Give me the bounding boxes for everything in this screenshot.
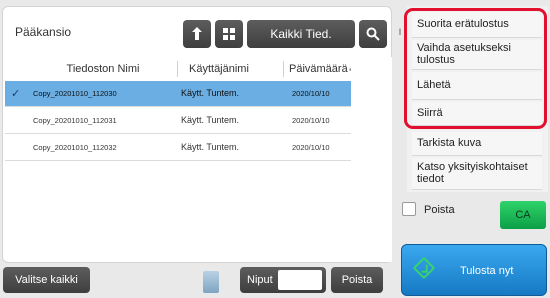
start-icon bbox=[412, 256, 436, 280]
file-list-panel: Pääkansio Kaikki Tied. Tiedoston Nimi Kä… bbox=[2, 6, 392, 263]
folder-up-button[interactable] bbox=[183, 20, 211, 48]
file-date: 2020/10/10 bbox=[292, 89, 330, 98]
file-user: Käytt. Tuntem. bbox=[181, 115, 240, 125]
niput-label: Niput bbox=[247, 274, 273, 286]
file-name: Copy_20201010_112030 bbox=[33, 89, 117, 98]
column-header-date-label: Päivämäärä bbox=[289, 63, 348, 75]
file-date: 2020/10/10 bbox=[292, 143, 330, 152]
file-row[interactable]: ✓ Copy_20201010_112030 Käytt. Tuntem. 20… bbox=[5, 81, 351, 107]
column-header-user[interactable]: Käyttäjänimi bbox=[179, 57, 279, 81]
column-divider bbox=[283, 61, 284, 77]
column-headers: Tiedoston Nimi Käyttäjänimi Päivämäärä bbox=[3, 57, 393, 81]
print-now-label: Tulosta nyt bbox=[460, 265, 514, 277]
delete-button[interactable]: Poista bbox=[331, 267, 383, 293]
column-header-name[interactable]: Tiedoston Nimi bbox=[33, 57, 173, 81]
file-user: Käytt. Tuntem. bbox=[181, 88, 240, 98]
trash-icon bbox=[203, 271, 219, 293]
delete-checkbox-label: Poista bbox=[424, 204, 455, 216]
file-row[interactable]: Copy_20201010_112032 Käytt. Tuntem. 2020… bbox=[5, 135, 351, 161]
sort-descending-icon bbox=[348, 67, 351, 71]
file-name: Copy_20201010_112031 bbox=[33, 116, 117, 125]
folder-title: Pääkansio bbox=[15, 25, 72, 39]
search-button[interactable] bbox=[359, 20, 387, 48]
menu-item-details[interactable]: Katso yksityiskohtaiset tiedot bbox=[412, 158, 542, 190]
delete-checkbox[interactable] bbox=[402, 202, 416, 216]
grid-view-icon bbox=[223, 28, 235, 40]
column-divider bbox=[177, 61, 178, 77]
print-now-button[interactable]: Tulosta nyt bbox=[401, 244, 547, 296]
menu-item-check-image[interactable]: Tarkista kuva bbox=[412, 132, 542, 156]
checkmark-icon: ✓ bbox=[11, 88, 21, 100]
grid-view-button[interactable] bbox=[215, 20, 243, 48]
panel-collapse-tab[interactable]: I bbox=[394, 14, 406, 50]
search-icon bbox=[366, 27, 380, 41]
file-user: Käytt. Tuntem. bbox=[181, 142, 240, 152]
ca-button[interactable]: CA bbox=[500, 201, 546, 229]
niput-input[interactable] bbox=[278, 270, 322, 290]
menu-item-change-to-print[interactable]: Vaihda asetukseksi tulostus bbox=[412, 40, 542, 70]
menu-item-send[interactable]: Lähetä bbox=[412, 72, 542, 100]
scrollbar[interactable] bbox=[354, 57, 392, 262]
screen: Pääkansio Kaikki Tied. Tiedoston Nimi Kä… bbox=[0, 0, 550, 298]
up-arrow-icon bbox=[192, 27, 202, 40]
column-header-date[interactable]: Päivämäärä bbox=[285, 57, 351, 81]
select-all-button[interactable]: Valitse kaikki bbox=[3, 267, 90, 293]
file-date: 2020/10/10 bbox=[292, 116, 330, 125]
all-files-button[interactable]: Kaikki Tied. bbox=[247, 20, 355, 48]
niput-control[interactable]: Niput bbox=[240, 267, 326, 293]
file-row[interactable]: Copy_20201010_112031 Käytt. Tuntem. 2020… bbox=[5, 108, 351, 134]
file-name: Copy_20201010_112032 bbox=[33, 143, 117, 152]
menu-item-move[interactable]: Siirrä bbox=[412, 102, 542, 126]
menu-item-batch-print[interactable]: Suorita erätulostus bbox=[412, 12, 542, 38]
